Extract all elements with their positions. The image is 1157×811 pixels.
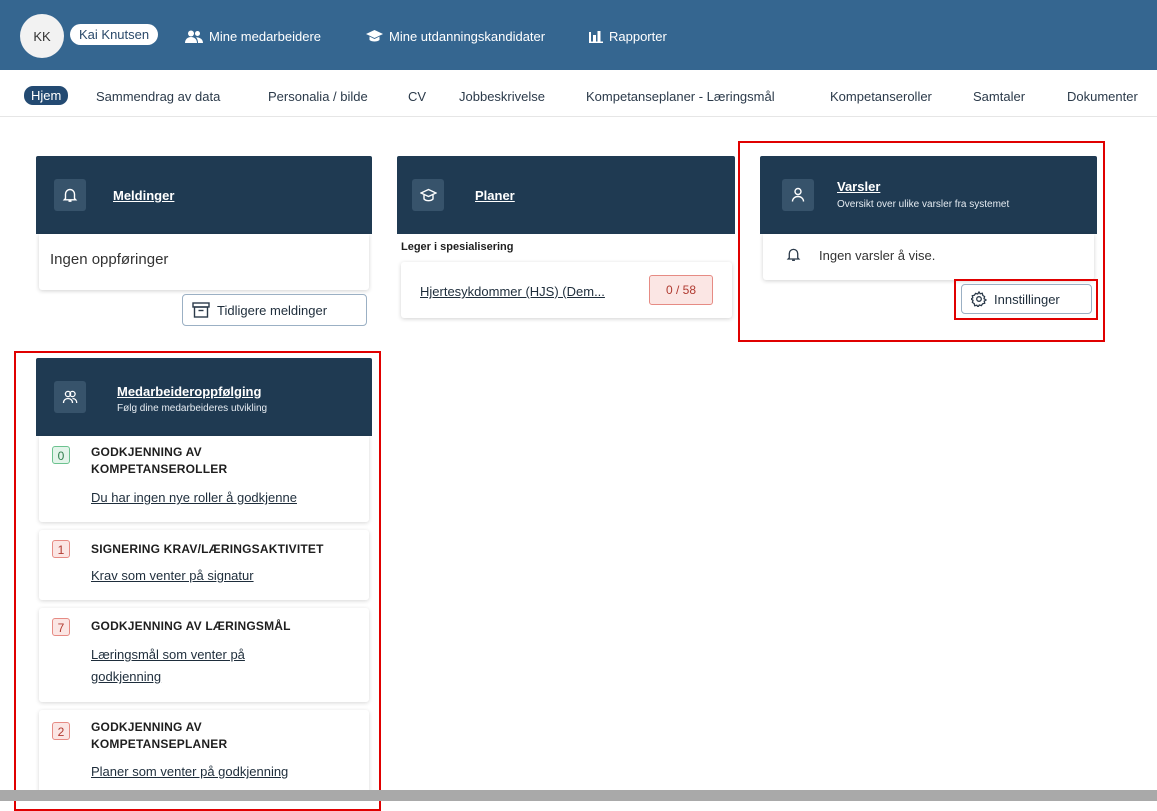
planer-card-header: Planer	[397, 156, 735, 234]
avatar[interactable]: KK	[20, 14, 64, 58]
tab-kompetanseroller[interactable]: Kompetanseroller	[830, 89, 932, 104]
nav-rapporter[interactable]: Rapporter	[589, 29, 667, 44]
tab-sammendrag[interactable]: Sammendrag av data	[96, 89, 220, 104]
nav-mine-utdanningskandidater[interactable]: Mine utdanningskandidater	[366, 29, 545, 44]
planer-item-card: Hjertesykdommer (HJS) (Dem... 0 / 58	[401, 262, 732, 318]
tab-cv[interactable]: CV	[408, 89, 426, 104]
highlight-box-innstillinger	[954, 279, 1098, 320]
plan-progress-badge: 0 / 58	[649, 275, 713, 305]
graduation-cap-icon	[366, 30, 383, 42]
highlight-box-medarbeider	[14, 351, 381, 811]
bottom-edge	[0, 790, 1157, 801]
tab-bar: Hjem Sammendrag av data Personalia / bil…	[0, 80, 1157, 117]
tidligere-meldinger-label: Tidligere meldinger	[217, 302, 328, 318]
meldinger-title[interactable]: Meldinger	[113, 188, 174, 203]
bar-chart-icon	[589, 31, 603, 43]
tab-hjem[interactable]: Hjem	[24, 86, 69, 105]
bell-icon	[62, 188, 78, 202]
tab-kompetanseplaner[interactable]: Kompetanseplaner - Læringsmål	[586, 89, 775, 104]
nav-label: Rapporter	[609, 29, 667, 44]
tidligere-meldinger-button[interactable]: Tidligere meldinger	[182, 294, 367, 326]
plan-link[interactable]: Hjertesykdommer (HJS) (Dem...	[420, 284, 635, 299]
tab-jobbeskrivelse[interactable]: Jobbeskrivelse	[459, 89, 545, 104]
tab-personalia[interactable]: Personalia / bilde	[268, 89, 368, 104]
graduation-cap-outline-icon	[419, 188, 437, 201]
meldinger-card-body: Ingen oppføringer	[39, 234, 369, 290]
top-navigation-bar: KK Kai Knutsen Mine medarbeidere Mine ut…	[0, 0, 1157, 70]
planer-title[interactable]: Planer	[475, 188, 515, 203]
nav-label: Mine medarbeidere	[209, 29, 322, 44]
user-area[interactable]: KK Kai Knutsen	[20, 14, 167, 58]
cap-icon-box	[412, 179, 444, 211]
archive-icon	[192, 302, 210, 318]
users-icon	[185, 30, 203, 43]
tab-samtaler[interactable]: Samtaler	[973, 89, 1025, 104]
bell-icon-box	[54, 179, 86, 211]
nav-label: Mine utdanningskandidater	[389, 29, 546, 44]
nav-mine-medarbeidere[interactable]: Mine medarbeidere	[185, 29, 321, 44]
planer-section-label: Leger i spesialisering	[401, 241, 514, 253]
user-name-pill[interactable]: Kai Knutsen	[70, 24, 159, 45]
meldinger-card-header: Meldinger	[36, 156, 372, 234]
meldinger-empty-text: Ingen oppføringer	[50, 251, 169, 268]
tab-dokumenter[interactable]: Dokumenter	[1067, 89, 1138, 104]
